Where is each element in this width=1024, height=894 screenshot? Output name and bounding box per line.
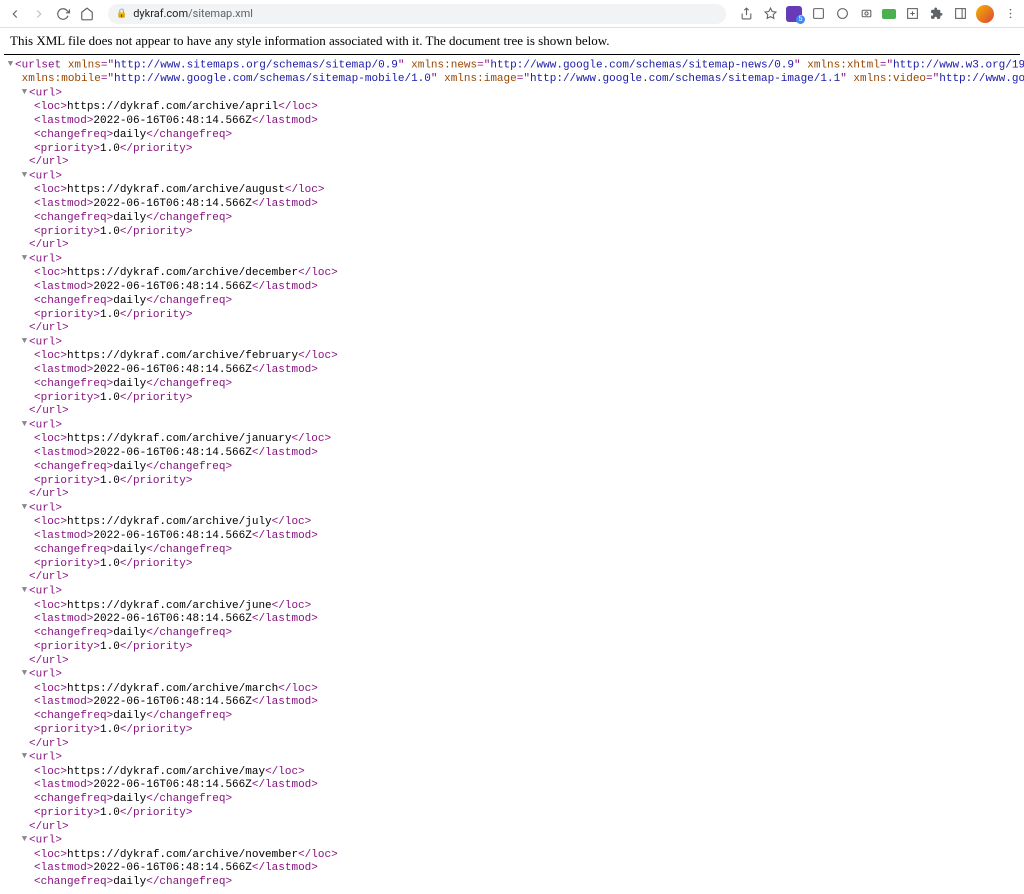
xml-lastmod: <lastmod>2022-06-16T06:48:14.566Z</lastm… [6, 198, 1018, 212]
xml-url-close: </url> [6, 738, 1018, 752]
xml-changefreq: <changefreq>daily</changefreq> [6, 295, 1018, 309]
xml-url-open[interactable]: ▼<url> [6, 419, 1018, 433]
xml-changefreq: <changefreq>daily</changefreq> [6, 627, 1018, 641]
xml-notice: This XML file does not appear to have an… [4, 28, 1020, 55]
xml-priority: <priority>1.0</priority> [6, 641, 1018, 655]
xml-priority: <priority>1.0</priority> [6, 475, 1018, 489]
xml-loc: <loc>https://dykraf.com/archive/august</… [6, 184, 1018, 198]
toolbar-right [738, 5, 1018, 23]
new-tab-icon[interactable] [904, 6, 920, 22]
xml-changefreq: <changefreq>daily</changefreq> [6, 793, 1018, 807]
address-bar[interactable]: 🔒 dykraf.com/sitemap.xml [108, 4, 726, 24]
xml-url-close: </url> [6, 156, 1018, 170]
star-icon[interactable] [762, 6, 778, 22]
xml-lastmod: <lastmod>2022-06-16T06:48:14.566Z</lastm… [6, 613, 1018, 627]
xml-url-open[interactable]: ▼<url> [6, 87, 1018, 101]
xml-loc: <loc>https://dykraf.com/archive/february… [6, 350, 1018, 364]
xml-url-open[interactable]: ▼<url> [6, 751, 1018, 765]
xml-loc: <loc>https://dykraf.com/archive/december… [6, 267, 1018, 281]
xml-priority: <priority>1.0</priority> [6, 309, 1018, 323]
xml-root-open[interactable]: ▼<urlset xmlns="http://www.sitemaps.org/… [6, 59, 1018, 73]
share-icon[interactable] [738, 6, 754, 22]
xml-priority: <priority>1.0</priority> [6, 807, 1018, 821]
xml-url-close: </url> [6, 488, 1018, 502]
xml-url-open[interactable]: ▼<url> [6, 170, 1018, 184]
xml-url-open[interactable]: ▼<url> [6, 668, 1018, 682]
side-panel-icon[interactable] [952, 6, 968, 22]
xml-url-close: </url> [6, 239, 1018, 253]
xml-url-open[interactable]: ▼<url> [6, 502, 1018, 516]
browser-toolbar: 🔒 dykraf.com/sitemap.xml [0, 0, 1024, 28]
lock-icon: 🔒 [116, 9, 127, 19]
xml-changefreq: <changefreq>daily</changefreq> [6, 710, 1018, 724]
xml-root-attrs: xmlns:mobile="http://www.google.com/sche… [6, 73, 1018, 87]
xml-loc: <loc>https://dykraf.com/archive/may</loc… [6, 766, 1018, 780]
xml-loc: <loc>https://dykraf.com/archive/march</l… [6, 683, 1018, 697]
xml-changefreq: <changefreq>daily</changefreq> [6, 378, 1018, 392]
xml-lastmod: <lastmod>2022-06-16T06:48:14.566Z</lastm… [6, 447, 1018, 461]
xml-lastmod: <lastmod>2022-06-16T06:48:14.566Z</lastm… [6, 530, 1018, 544]
xml-changefreq: <changefreq>daily</changefreq> [6, 544, 1018, 558]
xml-url-open[interactable]: ▼<url> [6, 834, 1018, 848]
url-text: dykraf.com/sitemap.xml [133, 7, 253, 20]
xml-url-close: </url> [6, 821, 1018, 835]
xml-lastmod: <lastmod>2022-06-16T06:48:14.566Z</lastm… [6, 862, 1018, 876]
xml-lastmod: <lastmod>2022-06-16T06:48:14.566Z</lastm… [6, 364, 1018, 378]
xml-lastmod: <lastmod>2022-06-16T06:48:14.566Z</lastm… [6, 281, 1018, 295]
xml-changefreq: <changefreq>daily</changefreq> [6, 212, 1018, 226]
xml-loc: <loc>https://dykraf.com/archive/june</lo… [6, 600, 1018, 614]
xml-priority: <priority>1.0</priority> [6, 392, 1018, 406]
xml-priority: <priority>1.0</priority> [6, 724, 1018, 738]
reload-button[interactable] [54, 5, 72, 23]
xml-lastmod: <lastmod>2022-06-16T06:48:14.566Z</lastm… [6, 696, 1018, 710]
xml-url-open[interactable]: ▼<url> [6, 585, 1018, 599]
xml-priority: <priority>1.0</priority> [6, 226, 1018, 240]
xml-changefreq: <changefreq>daily</changefreq> [6, 129, 1018, 143]
xml-lastmod: <lastmod>2022-06-16T06:48:14.566Z</lastm… [6, 115, 1018, 129]
xml-url-close: </url> [6, 655, 1018, 669]
extension-icon-1[interactable] [810, 6, 826, 22]
extension-icon-2[interactable] [834, 6, 850, 22]
forward-button[interactable] [30, 5, 48, 23]
extension-badge[interactable] [786, 6, 802, 22]
extension-icon-4[interactable] [882, 9, 896, 19]
home-button[interactable] [78, 5, 96, 23]
back-button[interactable] [6, 5, 24, 23]
xml-priority: <priority>1.0</priority> [6, 143, 1018, 157]
xml-loc: <loc>https://dykraf.com/archive/july</lo… [6, 516, 1018, 530]
xml-url-close: </url> [6, 322, 1018, 336]
xml-priority: <priority>1.0</priority> [6, 558, 1018, 572]
xml-lastmod: <lastmod>2022-06-16T06:48:14.566Z</lastm… [6, 779, 1018, 793]
xml-url-close: </url> [6, 571, 1018, 585]
profile-avatar[interactable] [976, 5, 994, 23]
xml-changefreq: <changefreq>daily</changefreq> [6, 461, 1018, 475]
xml-url-close: </url> [6, 405, 1018, 419]
xml-tree-view: ▼<urlset xmlns="http://www.sitemaps.org/… [0, 55, 1024, 894]
xml-loc: <loc>https://dykraf.com/archive/january<… [6, 433, 1018, 447]
xml-loc: <loc>https://dykraf.com/archive/april</l… [6, 101, 1018, 115]
xml-changefreq: <changefreq>daily</changefreq> [6, 876, 1018, 890]
xml-url-open[interactable]: ▼<url> [6, 253, 1018, 267]
xml-url-open[interactable]: ▼<url> [6, 336, 1018, 350]
extensions-puzzle-icon[interactable] [928, 6, 944, 22]
xml-loc: <loc>https://dykraf.com/archive/november… [6, 849, 1018, 863]
extension-icon-3[interactable] [858, 6, 874, 22]
menu-dots-icon[interactable] [1002, 6, 1018, 22]
